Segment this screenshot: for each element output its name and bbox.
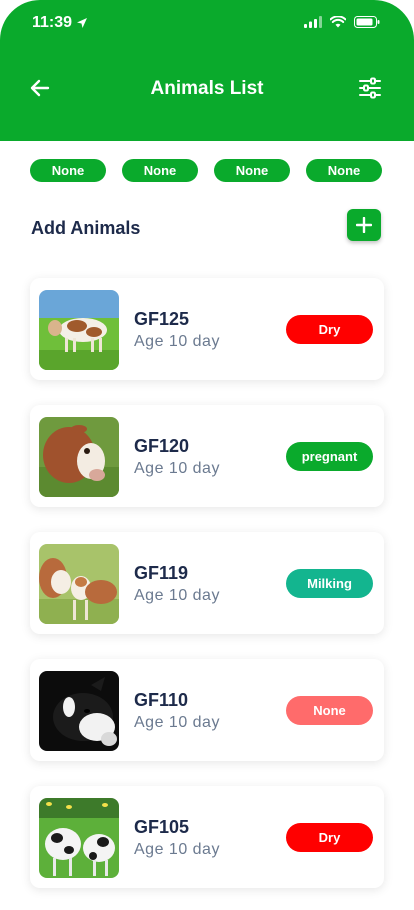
plus-icon (356, 217, 372, 233)
filter-chips: None None None None (30, 159, 382, 182)
status-bar-time: 11:39 (32, 14, 88, 32)
status-badge: pregnant (286, 442, 373, 471)
animal-age: Age 10 day (134, 587, 220, 604)
cellular-signal-icon (304, 16, 322, 28)
animal-id: GF120 (134, 436, 190, 456)
filter-chip[interactable]: None (214, 159, 290, 182)
app-header: 11:39 Animals List (0, 0, 414, 141)
filter-chip[interactable]: None (122, 159, 198, 182)
animal-card[interactable]: GF119 Age 10 day Milking (30, 532, 384, 634)
animal-photo (39, 798, 119, 878)
animal-photo (39, 671, 119, 751)
animal-age: Age 10 day (134, 333, 220, 350)
animal-photo (39, 544, 119, 624)
page-title: Animals List (150, 78, 264, 99)
status-badge: None (286, 696, 373, 725)
animal-photo (39, 417, 119, 497)
animal-card[interactable]: GF110 Age 10 day None (30, 659, 384, 761)
animal-age: Age 10 day (134, 714, 220, 731)
status-badge: Dry (286, 315, 373, 344)
filter-sliders-icon[interactable] (358, 76, 382, 100)
animal-id: GF105 (134, 817, 190, 837)
animal-id: GF110 (134, 690, 189, 710)
animal-age: Age 10 day (134, 460, 220, 477)
animal-card[interactable]: GF105 Age 10 day Dry (30, 786, 384, 888)
status-badge: Dry (286, 823, 373, 852)
filter-chip[interactable]: None (306, 159, 382, 182)
animal-photo (39, 290, 119, 370)
animal-id: GF119 (134, 563, 189, 583)
animal-card[interactable]: GF120 Age 10 day pregnant (30, 405, 384, 507)
status-bar-icons (304, 16, 380, 28)
clock-label: 11:39 (32, 14, 73, 31)
animal-age: Age 10 day (134, 841, 220, 858)
battery-icon (354, 16, 380, 28)
add-animals-label: Add Animals (31, 218, 141, 238)
wifi-icon (330, 16, 346, 28)
animal-card[interactable]: GF125 Age 10 day Dry (30, 278, 384, 380)
filter-chip[interactable]: None (30, 159, 106, 182)
animal-id: GF125 (134, 309, 190, 329)
status-badge: Milking (286, 569, 373, 598)
add-animal-button[interactable] (347, 209, 381, 241)
location-arrow-icon (77, 18, 88, 28)
